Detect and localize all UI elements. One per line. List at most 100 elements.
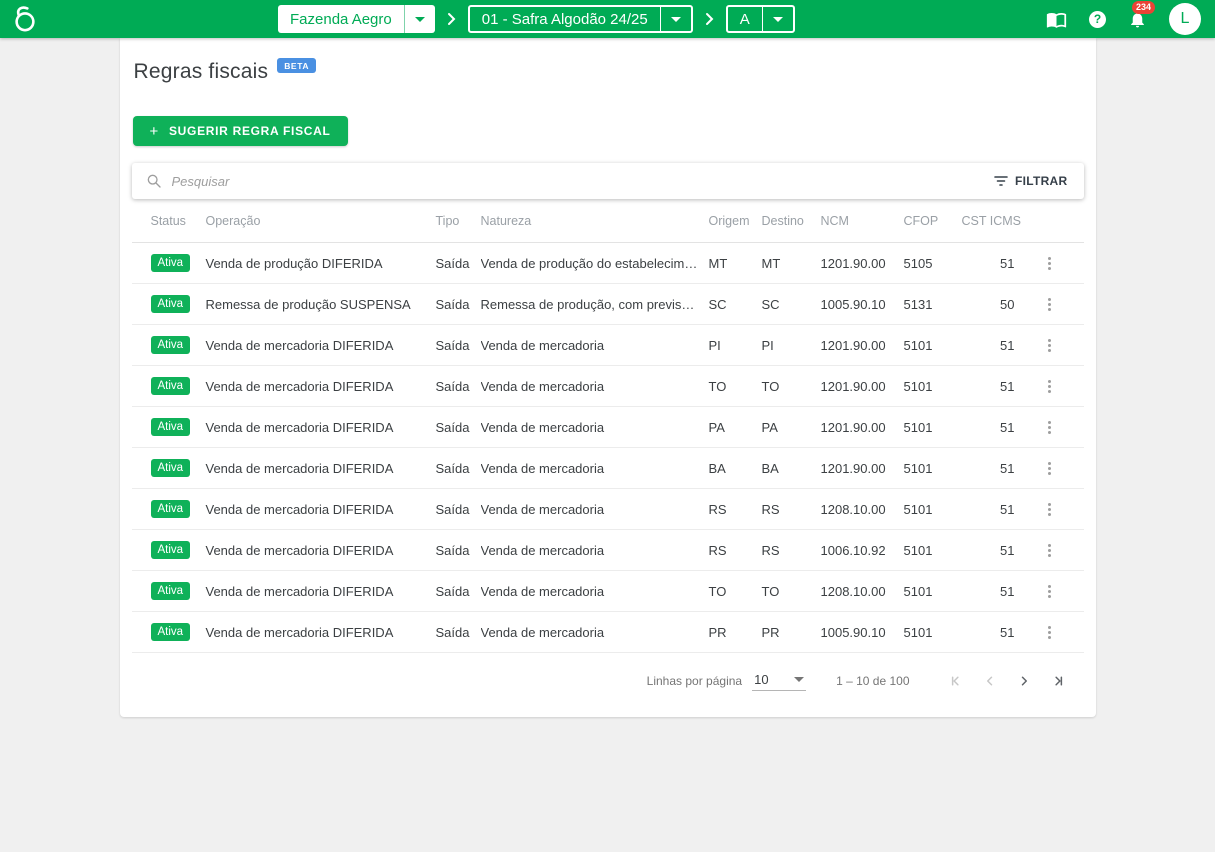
cell-ncm: 1208.10.00 <box>821 584 904 599</box>
column-header-tipo: Tipo <box>436 214 481 228</box>
cell-operacao: Venda de mercadoria DIFERIDA <box>206 379 436 394</box>
cell-status: Ativa <box>151 418 206 436</box>
cell-cfop: 5101 <box>904 502 962 517</box>
cell-tipo: Saída <box>436 584 481 599</box>
table-row: Ativa Venda de mercadoria DIFERIDA Saída… <box>132 530 1084 571</box>
cell-actions <box>1015 539 1084 562</box>
previous-page-button[interactable] <box>978 669 1002 693</box>
cell-ncm: 1201.90.00 <box>821 461 904 476</box>
cell-actions <box>1015 416 1084 439</box>
cell-actions <box>1015 621 1084 644</box>
cell-operacao: Venda de produção DIFERIDA <box>206 256 436 271</box>
cell-tipo: Saída <box>436 502 481 517</box>
next-page-button[interactable] <box>1012 669 1036 693</box>
notifications-bell-icon[interactable]: 234 <box>1128 10 1147 29</box>
aegro-logo-icon[interactable] <box>10 3 40 35</box>
cell-natureza: Venda de mercadoria <box>481 461 709 476</box>
table-header-row: StatusOperaçãoTipoNaturezaOrigemDestinoN… <box>132 199 1084 243</box>
season-selector[interactable]: 01 - Safra Algodão 24/25 <box>468 5 693 33</box>
cell-origem: SC <box>709 297 762 312</box>
chevron-down-icon <box>794 677 804 682</box>
cell-actions <box>1015 334 1084 357</box>
farm-selector[interactable]: Fazenda Aegro <box>278 5 435 33</box>
row-menu-kebab-icon[interactable] <box>1042 621 1057 644</box>
cell-operacao: Venda de mercadoria DIFERIDA <box>206 502 436 517</box>
cell-tipo: Saída <box>436 461 481 476</box>
row-menu-kebab-icon[interactable] <box>1042 498 1057 521</box>
cell-natureza: Venda de mercadoria <box>481 584 709 599</box>
topbar-actions: ? 234 L <box>1046 3 1205 35</box>
row-menu-kebab-icon[interactable] <box>1042 252 1057 275</box>
cell-natureza: Venda de mercadoria <box>481 379 709 394</box>
help-icon[interactable]: ? <box>1089 11 1106 28</box>
season-selector-label: 01 - Safra Algodão 24/25 <box>470 11 660 28</box>
cell-tipo: Saída <box>436 625 481 640</box>
cell-status: Ativa <box>151 623 206 641</box>
cell-natureza: Venda de mercadoria <box>481 338 709 353</box>
cell-ncm: 1201.90.00 <box>821 379 904 394</box>
farm-selector-label: Fazenda Aegro <box>278 11 404 28</box>
plus-icon: + <box>150 123 159 140</box>
cell-cfop: 5131 <box>904 297 962 312</box>
row-menu-kebab-icon[interactable] <box>1042 375 1057 398</box>
filter-button[interactable]: FILTRAR <box>992 170 1070 192</box>
pagination-range: 1 – 10 de 100 <box>836 674 909 688</box>
column-header-origem: Origem <box>709 214 762 228</box>
cell-origem: PR <box>709 625 762 640</box>
cell-status: Ativa <box>151 336 206 354</box>
suggest-fiscal-rule-button[interactable]: + SUGERIR REGRA FISCAL <box>133 116 348 146</box>
cell-destino: PI <box>762 338 821 353</box>
cell-tipo: Saída <box>436 379 481 394</box>
rows-per-page-select[interactable]: 10 <box>752 672 806 691</box>
cell-origem: TO <box>709 379 762 394</box>
docs-book-icon[interactable] <box>1046 9 1067 30</box>
column-header-ncm: NCM <box>821 214 904 228</box>
aegro-logo-glyph <box>12 4 38 34</box>
row-menu-kebab-icon[interactable] <box>1042 580 1057 603</box>
cell-cst-icms: 51 <box>962 420 1015 435</box>
status-badge: Ativa <box>151 459 191 477</box>
cell-cfop: 5101 <box>904 461 962 476</box>
cell-natureza: Venda de mercadoria <box>481 625 709 640</box>
field-selector[interactable]: A <box>726 5 795 33</box>
cell-destino: TO <box>762 584 821 599</box>
cell-tipo: Saída <box>436 420 481 435</box>
status-badge: Ativa <box>151 377 191 395</box>
cell-operacao: Venda de mercadoria DIFERIDA <box>206 338 436 353</box>
cell-natureza: Venda de mercadoria <box>481 502 709 517</box>
status-badge: Ativa <box>151 295 191 313</box>
row-menu-kebab-icon[interactable] <box>1042 539 1057 562</box>
field-selector-label: A <box>728 11 762 28</box>
page-title: Regras fiscais <box>134 60 269 84</box>
row-menu-kebab-icon[interactable] <box>1042 457 1057 480</box>
user-avatar[interactable]: L <box>1169 3 1201 35</box>
cell-destino: PA <box>762 420 821 435</box>
notification-count-badge: 234 <box>1132 1 1155 14</box>
status-badge: Ativa <box>151 541 191 559</box>
first-page-icon <box>947 672 965 690</box>
cell-cfop: 5105 <box>904 256 962 271</box>
first-page-button[interactable] <box>944 669 968 693</box>
row-menu-kebab-icon[interactable] <box>1042 334 1057 357</box>
cell-operacao: Venda de mercadoria DIFERIDA <box>206 543 436 558</box>
question-mark-glyph: ? <box>1089 11 1106 28</box>
cell-cst-icms: 51 <box>962 625 1015 640</box>
table-row: Ativa Venda de mercadoria DIFERIDA Saída… <box>132 571 1084 612</box>
column-header-cfop: CFOP <box>904 214 962 228</box>
row-menu-kebab-icon[interactable] <box>1042 293 1057 316</box>
cell-ncm: 1005.90.10 <box>821 297 904 312</box>
search-icon <box>146 173 162 189</box>
cell-cst-icms: 51 <box>962 584 1015 599</box>
cell-ncm: 1005.90.10 <box>821 625 904 640</box>
pagination-nav <box>944 669 1070 693</box>
cell-cfop: 5101 <box>904 338 962 353</box>
table-row: Ativa Venda de mercadoria DIFERIDA Saída… <box>132 366 1084 407</box>
last-page-button[interactable] <box>1046 669 1070 693</box>
table-row: Ativa Venda de mercadoria DIFERIDA Saída… <box>132 448 1084 489</box>
row-menu-kebab-icon[interactable] <box>1042 416 1057 439</box>
search-input[interactable] <box>172 174 992 189</box>
breadcrumb: Fazenda Aegro 01 - Safra Algodão 24/25 A <box>278 5 795 33</box>
cell-destino: TO <box>762 379 821 394</box>
cell-status: Ativa <box>151 541 206 559</box>
table-row: Ativa Venda de mercadoria DIFERIDA Saída… <box>132 612 1084 653</box>
